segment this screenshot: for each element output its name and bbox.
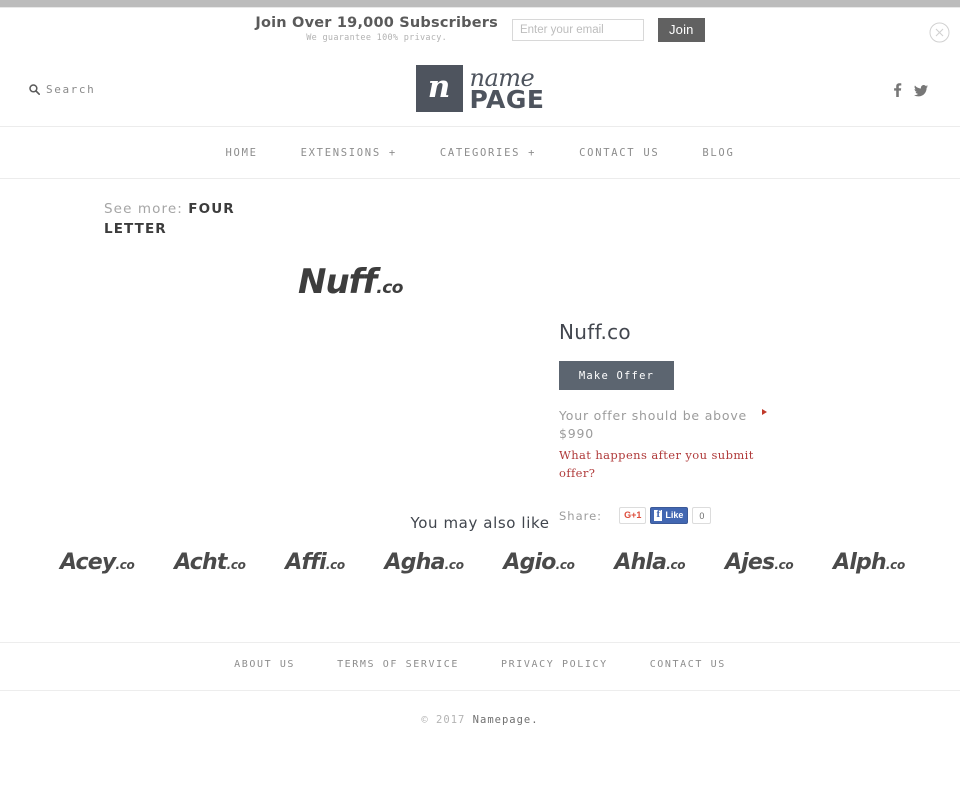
product-image: Nuff.co <box>298 265 403 299</box>
related-item-tld: .co <box>226 558 246 572</box>
make-offer-button[interactable]: Make Offer <box>559 361 674 390</box>
nav-item-contact-us[interactable]: CONTACT US <box>579 147 659 159</box>
footer-link-terms-of-service[interactable]: TERMS OF SERVICE <box>337 659 459 670</box>
logo-wordmark: name PAGE <box>470 66 545 112</box>
social-links <box>893 83 928 102</box>
search-icon <box>29 84 40 95</box>
footer-link-contact-us[interactable]: CONTACT US <box>650 659 726 670</box>
twitter-icon[interactable] <box>914 84 928 102</box>
related-item-tld: .co <box>115 558 135 572</box>
related-item[interactable]: Agio.co <box>503 550 575 575</box>
related-item-tld: .co <box>666 558 686 572</box>
facebook-icon[interactable] <box>893 83 902 102</box>
offer-arrow-icon <box>762 409 767 415</box>
related-item-tld: .co <box>325 558 345 572</box>
site-logo[interactable]: n name PAGE <box>415 65 545 112</box>
copyright-year: © 2017 <box>421 714 466 726</box>
related-item[interactable]: Affi.co <box>285 552 345 574</box>
offer-minimum-note: Your offer should be above $990 What hap… <box>559 407 769 482</box>
related-item[interactable]: Ahla.co <box>614 552 685 574</box>
subscribe-text: Join Over 19,000 Subscribers We guarante… <box>255 16 498 42</box>
search-label: Search <box>46 83 96 96</box>
main-navigation: HOME EXTENSIONS + CATEGORIES + CONTACT U… <box>0 126 960 179</box>
related-items-row: Acey.co Acht.co Affi.co Agha.co Agio.co … <box>60 552 905 574</box>
site-header: Search n name PAGE <box>0 51 960 126</box>
related-section-title: You may also like <box>410 514 550 532</box>
related-item-tld: .co <box>885 558 905 572</box>
related-item-name: Agha <box>384 550 446 575</box>
related-item-tld: .co <box>774 558 794 572</box>
related-item-tld: .co <box>444 558 464 572</box>
breadcrumb: See more: FOUR LETTER <box>104 199 239 239</box>
related-item-name: Acey <box>60 550 116 575</box>
copyright-site-name: Namepage. <box>472 714 539 726</box>
email-input[interactable] <box>511 18 644 41</box>
related-item[interactable]: Alph.co <box>833 552 905 574</box>
logo-mark-letter: n <box>427 69 451 105</box>
related-item-name: Affi <box>285 550 326 575</box>
footer-divider-top <box>0 642 960 643</box>
related-item-name: Ajes <box>724 550 775 575</box>
nav-item-blog[interactable]: BLOG <box>702 147 734 159</box>
nav-item-categories[interactable]: CATEGORIES + <box>440 147 536 159</box>
related-item-tld: .co <box>555 558 575 572</box>
footer-link-about-us[interactable]: ABOUT US <box>234 659 295 670</box>
copyright: © 2017 Namepage. <box>0 714 960 726</box>
breadcrumb-label: See more: <box>104 201 183 217</box>
footer-navigation: ABOUT US TERMS OF SERVICE PRIVACY POLICY… <box>0 659 960 670</box>
offer-minimum-text: Your offer should be above $990 <box>559 408 748 441</box>
product-image-name: Nuff <box>298 262 377 302</box>
page-title: Nuff.co <box>559 320 631 344</box>
related-item-name: Agio <box>503 550 556 575</box>
close-circle-icon[interactable] <box>929 22 950 43</box>
logo-page-word: PAGE <box>469 84 545 114</box>
related-item[interactable]: Agha.co <box>385 552 464 574</box>
subscribe-subtitle: We guarantee 100% privacy. <box>306 32 448 43</box>
subscribe-bar: Join Over 19,000 Subscribers We guarante… <box>0 8 960 51</box>
logo-mark-icon: n <box>415 65 463 112</box>
offer-help-link[interactable]: What happens after you submit offer? <box>559 446 769 482</box>
related-item-name: Acht <box>174 550 227 575</box>
window-top-strip <box>0 0 960 7</box>
product-info: Nuff.co Make Offer Your offer should be … <box>559 320 859 524</box>
related-item[interactable]: Acht.co <box>174 550 246 575</box>
join-button[interactable]: Join <box>657 17 705 42</box>
subscribe-title: Join Over 19,000 Subscribers <box>255 15 498 32</box>
related-item[interactable]: Acey.co <box>60 550 135 575</box>
nav-item-extensions[interactable]: EXTENSIONS + <box>301 147 397 159</box>
nav-item-home[interactable]: HOME <box>226 147 258 159</box>
related-item-name: Ahla <box>614 550 667 575</box>
product-image-tld: .co <box>376 278 403 298</box>
footer-link-privacy-policy[interactable]: PRIVACY POLICY <box>501 659 608 670</box>
related-item[interactable]: Ajes.co <box>724 550 794 575</box>
footer-divider-bottom <box>0 690 960 691</box>
search-button[interactable]: Search <box>29 83 95 96</box>
related-item-name: Alph <box>833 550 887 575</box>
